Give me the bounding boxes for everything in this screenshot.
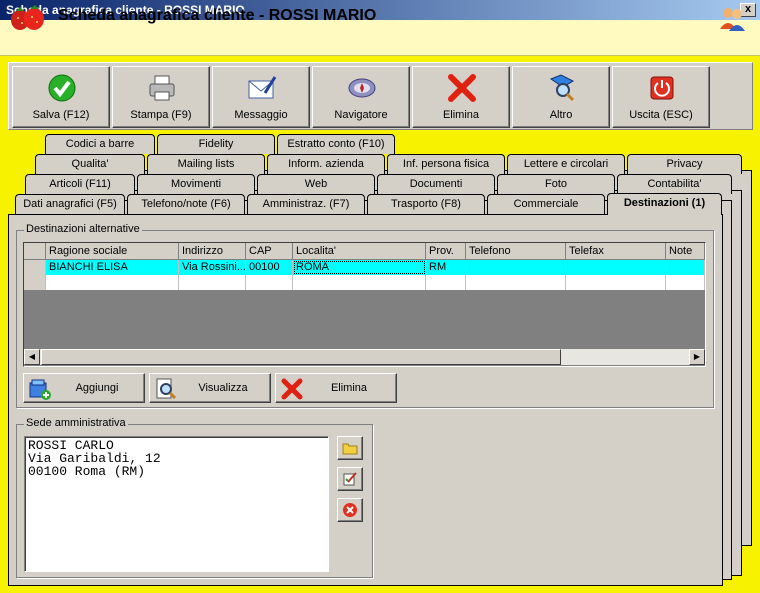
- check-icon: [48, 74, 76, 102]
- tab-destinazioni[interactable]: Destinazioni (1): [607, 193, 722, 215]
- save-label: Salva (F12): [32, 109, 90, 121]
- table-cell[interactable]: [466, 260, 566, 275]
- grid-horizontal-scrollbar[interactable]: ◀ ▶: [24, 349, 705, 365]
- other-button[interactable]: Altro: [512, 66, 610, 128]
- col-cap[interactable]: CAP: [246, 243, 293, 260]
- table-cell-focused[interactable]: ROMA: [293, 260, 426, 275]
- tab-fidelity[interactable]: Fidelity: [157, 134, 275, 154]
- tab-movimenti[interactable]: Movimenti: [137, 174, 255, 194]
- tab-mailing-lists[interactable]: Mailing lists: [147, 154, 265, 174]
- row-selector[interactable]: [24, 260, 46, 275]
- row-selector[interactable]: [24, 275, 46, 290]
- admin-group-label: Sede amministrativa: [24, 417, 128, 429]
- printer-icon: [149, 75, 175, 101]
- add-destination-button[interactable]: Aggiungi: [23, 373, 145, 403]
- col-localita[interactable]: Localita': [293, 243, 426, 260]
- col-note[interactable]: Note: [666, 243, 705, 260]
- scrollbar-thumb[interactable]: [41, 349, 561, 365]
- col-prov[interactable]: Prov.: [426, 243, 466, 260]
- view-destination-button[interactable]: Visualizza: [149, 373, 271, 403]
- admin-address-field[interactable]: ROSSI CARLO Via Garibaldi, 12 00100 Roma…: [24, 436, 329, 572]
- remove-icon: [343, 503, 357, 517]
- tab-estratto-conto[interactable]: Estratto conto (F10): [277, 134, 395, 154]
- tab-trasporto[interactable]: Trasporto (F8): [367, 194, 485, 214]
- tab-foto[interactable]: Foto: [497, 174, 615, 194]
- scroll-left-arrow-icon[interactable]: ◀: [24, 349, 40, 365]
- delete-destination-button[interactable]: Elimina: [275, 373, 397, 403]
- tab-contabilita[interactable]: Contabilita': [617, 174, 732, 194]
- table-cell[interactable]: [666, 260, 705, 275]
- table-cell[interactable]: [466, 275, 566, 290]
- tab-articoli[interactable]: Articoli (F11): [25, 174, 135, 194]
- add-label: Aggiungi: [75, 382, 119, 394]
- tab-web[interactable]: Web: [257, 174, 375, 194]
- tab-inf-persona-fisica[interactable]: Inf. persona fisica: [387, 154, 505, 174]
- users-icon[interactable]: [718, 4, 746, 32]
- tab-documenti[interactable]: Documenti: [377, 174, 495, 194]
- folder-icon: [342, 443, 358, 455]
- page-title: Scheda anagrafica cliente - ROSSI MARIO: [58, 7, 377, 24]
- table-cell[interactable]: 00100: [246, 260, 293, 275]
- power-icon: [650, 76, 674, 100]
- table-cell[interactable]: [46, 275, 179, 290]
- add-icon: [29, 379, 51, 400]
- open-folder-button[interactable]: [337, 436, 363, 460]
- table-cell[interactable]: [293, 275, 426, 290]
- tab-inform-azienda[interactable]: Inform. azienda: [267, 154, 385, 174]
- table-cell[interactable]: [566, 260, 666, 275]
- row-header-corner: [24, 243, 46, 260]
- edit-icon: [343, 472, 357, 486]
- delete-destination-label: Elimina: [330, 382, 368, 394]
- mail-icon: [248, 76, 277, 99]
- tab-dati-anagrafici[interactable]: Dati anagrafici (F5): [15, 194, 125, 214]
- tab-codici-a-barre[interactable]: Codici a barre: [45, 134, 155, 154]
- print-button[interactable]: Stampa (F9): [112, 66, 210, 128]
- col-telefono[interactable]: Telefono: [466, 243, 566, 260]
- delete-x-icon: [281, 378, 303, 400]
- strawberry-icon: [11, 5, 44, 30]
- exit-button[interactable]: Uscita (ESC): [612, 66, 710, 128]
- table-cell[interactable]: [566, 275, 666, 290]
- navigator-label: Navigatore: [334, 109, 388, 121]
- col-telefax[interactable]: Telefax: [566, 243, 666, 260]
- table-cell[interactable]: Via Rossini...: [179, 260, 246, 275]
- table-cell[interactable]: [666, 275, 705, 290]
- compass-icon: [348, 78, 376, 98]
- tab-lettere-e-circolari[interactable]: Lettere e circolari: [507, 154, 625, 174]
- delete-button[interactable]: Elimina: [412, 66, 510, 128]
- view-label: Visualizza: [198, 382, 248, 394]
- table-cell[interactable]: [426, 275, 466, 290]
- col-ragione-sociale[interactable]: Ragione sociale: [46, 243, 179, 260]
- edit-address-button[interactable]: [337, 467, 363, 491]
- scroll-right-arrow-icon[interactable]: ▶: [689, 349, 705, 365]
- tab-amministraz[interactable]: Amministraz. (F7): [247, 194, 365, 214]
- navigator-button[interactable]: Navigatore: [312, 66, 410, 128]
- table-cell[interactable]: RM: [426, 260, 466, 275]
- print-label: Stampa (F9): [130, 109, 192, 121]
- exit-label: Uscita (ESC): [629, 109, 693, 121]
- tab-commerciale[interactable]: Commerciale: [487, 194, 605, 214]
- message-button[interactable]: Messaggio: [212, 66, 310, 128]
- other-label: Altro: [549, 109, 573, 121]
- destinations-group-label: Destinazioni alternative: [24, 223, 142, 235]
- header-bar: [0, 20, 760, 56]
- tab-telefono-note[interactable]: Telefono/note (F6): [127, 194, 245, 214]
- tab-qualita[interactable]: Qualita': [35, 154, 145, 174]
- view-icon: [156, 378, 177, 400]
- delete-x-icon: [448, 74, 476, 102]
- col-indirizzo[interactable]: Indirizzo: [179, 243, 246, 260]
- book-search-icon: [549, 74, 575, 102]
- table-cell[interactable]: [246, 275, 293, 290]
- table-cell[interactable]: [179, 275, 246, 290]
- clear-address-button[interactable]: [337, 498, 363, 522]
- save-button[interactable]: Salva (F12): [12, 66, 110, 128]
- tab-privacy[interactable]: Privacy: [627, 154, 742, 174]
- message-label: Messaggio: [234, 109, 288, 121]
- toolbar: Salva (F12) Stampa (F9) Messaggio Naviga…: [8, 62, 753, 130]
- table-cell[interactable]: BIANCHI ELISA: [46, 260, 179, 275]
- delete-label: Elimina: [442, 109, 480, 121]
